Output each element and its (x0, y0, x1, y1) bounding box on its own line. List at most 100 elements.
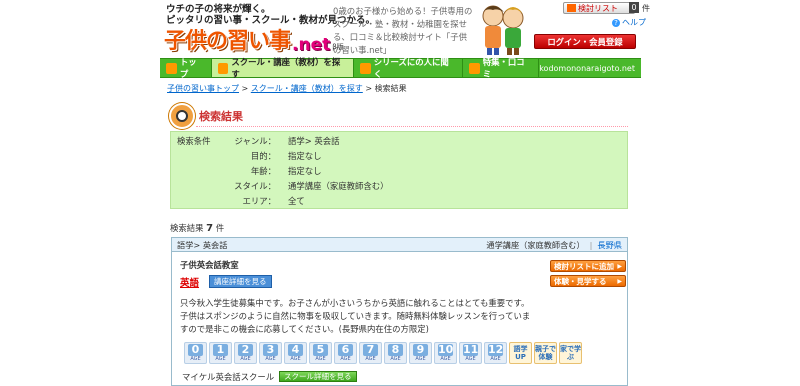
logo-text: 子供の習い事 (164, 29, 291, 54)
condition-row: 目的： 指定なし (226, 149, 389, 164)
condition-row: ジャンル： 語学> 英会話 (226, 134, 389, 149)
age-number: 1 (213, 344, 228, 356)
compare-list-button[interactable]: 検討リスト (563, 2, 635, 14)
condition-value: 指定なし (288, 166, 322, 176)
trial-label: 体験・見学する (554, 276, 607, 286)
site-logo[interactable]: 子供の習い事 .net β版 (164, 25, 344, 55)
home-icon (166, 62, 177, 74)
age-number: 2 (238, 344, 253, 356)
card-header: 語学> 英会話 通学講座（家庭教師含む） | 長野県 (172, 238, 627, 252)
condition-value: 指定なし (288, 151, 322, 161)
help-icon: ? (612, 19, 620, 27)
age-badge: 9 AGE (409, 342, 432, 364)
condition-row: スタイル： 通学講座（家庭教師含む） (226, 179, 389, 194)
age-unit: AGE (465, 356, 476, 362)
card-genre: 語学> 英会話 (177, 239, 228, 250)
course-detail-button[interactable]: 講座詳細を見る (209, 275, 272, 288)
age-number: 3 (263, 344, 278, 356)
age-unit: AGE (415, 356, 426, 362)
age-unit: AGE (265, 356, 276, 362)
condition-key: 年齢： (250, 166, 276, 176)
star-icon (468, 62, 480, 74)
age-unit: AGE (490, 356, 501, 362)
age-badge: 10 AGE (434, 342, 457, 364)
age-badges: 0 AGE 1 AGE 2 AGE 3 AGE 4 AGE 5 AGE 6 AGE 7 AGE … (184, 342, 584, 364)
age-badge: 8 AGE (384, 342, 407, 364)
age-unit: AGE (240, 356, 251, 362)
card-school-name: 子供英会話教室 (180, 260, 239, 270)
nav-domain: kodomononaraigoto.net (539, 63, 635, 73)
search-icon (217, 62, 229, 74)
card-school-name-2: マイケル英会話スクール (182, 372, 275, 382)
school-detail-button[interactable]: スクール詳細を見る (279, 371, 357, 382)
age-unit: AGE (215, 356, 226, 362)
breadcrumb-sep: > (362, 84, 375, 93)
age-number: 9 (413, 344, 428, 356)
breadcrumb-home[interactable]: 子供の習い事トップ (167, 84, 239, 93)
card-subject-link[interactable]: 英語 (180, 275, 199, 289)
age-badge: 4 AGE (284, 342, 307, 364)
feature-tag: 語学UP (509, 342, 532, 364)
age-badge: 2 AGE (234, 342, 257, 364)
mascot-badge-icon (169, 103, 195, 129)
nav-series[interactable]: シリーズにの人に聞く (354, 57, 463, 79)
age-unit: AGE (440, 356, 451, 362)
condition-value: 通学講座（家庭教師含む） (288, 181, 389, 191)
trial-button[interactable]: 体験・見学する ▶ (550, 275, 626, 287)
condition-value: 語学> 英会話 (288, 136, 340, 146)
age-unit: AGE (315, 356, 326, 362)
age-number: 0 (188, 344, 203, 356)
nav-feature-label: 特集・口コミ (482, 57, 525, 79)
login-register-button[interactable]: ログイン・会員登録 (534, 34, 636, 49)
breadcrumb-sep: > (239, 84, 251, 93)
age-number: 4 (288, 344, 303, 356)
age-badge: 1 AGE (209, 342, 232, 364)
condition-value: 全て (288, 196, 305, 206)
age-badge: 11 AGE (459, 342, 482, 364)
age-badge: 7 AGE (359, 342, 382, 364)
result-count: 検索結果 7 件 (170, 222, 224, 234)
age-unit: AGE (340, 356, 351, 362)
age-number: 12 (488, 343, 504, 356)
age-unit: AGE (390, 356, 401, 362)
condition-row: エリア： 全て (226, 194, 389, 209)
condition-key: ジャンル： (234, 136, 276, 146)
card-sep: | (589, 239, 593, 250)
add-compare-label: 検討リストに追加 (554, 261, 614, 271)
nav-series-label: シリーズにの人に聞く (373, 57, 449, 79)
people-icon (359, 62, 371, 74)
nav-top[interactable]: トップ (160, 57, 212, 79)
kids-mascot-icon (482, 5, 524, 55)
card-prefecture[interactable]: 長野県 (597, 239, 622, 251)
result-count-prefix: 検索結果 (170, 223, 207, 233)
age-unit: AGE (290, 356, 301, 362)
condition-key: 目的： (250, 151, 276, 161)
nav-feature[interactable]: 特集・口コミ (463, 57, 540, 79)
page-title: 検索結果 (199, 110, 243, 123)
result-count-suffix: 件 (213, 223, 225, 233)
compare-list-icon (567, 4, 576, 12)
age-number: 7 (363, 344, 378, 356)
help-label: ヘルプ (622, 18, 646, 27)
site-intro: 0歳のお子様から始める！子供専用のスクール・塾・教材・幼稚園を探せる、口コミ＆比… (333, 6, 473, 55)
compare-unit: 件 (642, 4, 650, 13)
site-header: ウチの子の将来が輝く。 ピッタリの習い事・スクール・教材が見つかる。 子供の習い… (0, 0, 800, 57)
condition-key: スタイル： (234, 181, 276, 191)
add-compare-button[interactable]: 検討リストに追加 ▶ (550, 260, 626, 272)
nav-search-label: スクール・講座（教材）を探す (231, 57, 341, 79)
age-number: 5 (313, 344, 328, 356)
breadcrumb-search[interactable]: スクール・講座（教材）を探す (251, 84, 363, 93)
nav-search[interactable]: スクール・講座（教材）を探す (211, 57, 354, 79)
condition-row: 年齢： 指定なし (226, 164, 389, 179)
logo-net: .net (292, 35, 331, 55)
title-divider (196, 126, 628, 127)
age-badge: 6 AGE (334, 342, 357, 364)
age-number: 11 (463, 343, 479, 356)
compare-count: 0 (629, 2, 639, 13)
help-link[interactable]: ? ヘルプ (612, 17, 646, 28)
age-badge: 3 AGE (259, 342, 282, 364)
condition-key: エリア： (242, 196, 277, 206)
age-number: 10 (438, 343, 454, 356)
age-unit: AGE (190, 356, 201, 362)
age-number: 8 (388, 344, 403, 356)
